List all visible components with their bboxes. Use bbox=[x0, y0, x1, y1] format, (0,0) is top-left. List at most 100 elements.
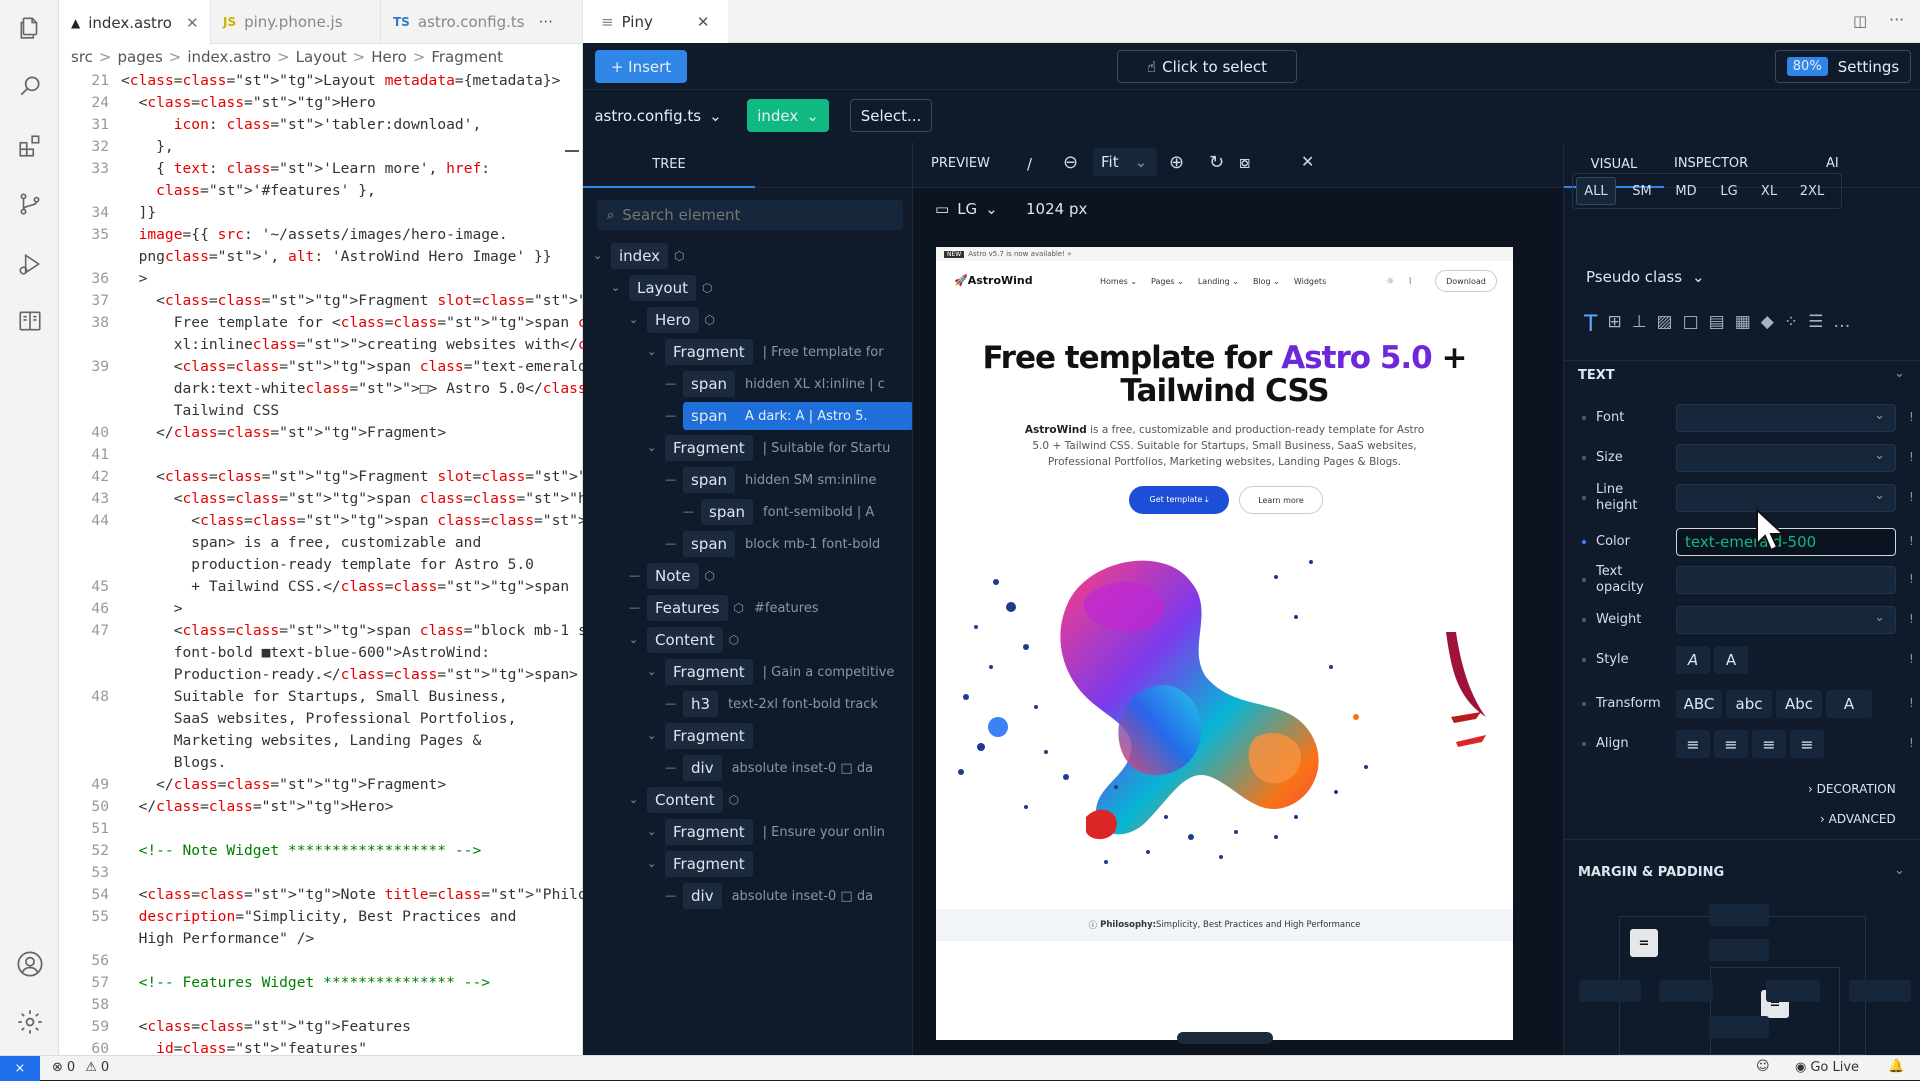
background-icon[interactable]: ▨ bbox=[1657, 312, 1673, 337]
close-icon[interactable]: ✕ bbox=[186, 14, 199, 32]
code-content[interactable]: 21 <class=class="st">"tg">Layout metadata… bbox=[59, 70, 824, 1057]
tree-dash-icon[interactable]: — bbox=[665, 409, 676, 422]
tab-preview[interactable]: PREVIEW bbox=[931, 156, 990, 171]
tab-tree[interactable]: TREE bbox=[583, 142, 755, 188]
important-toggle[interactable]: ! bbox=[1909, 696, 1914, 710]
code-line[interactable]: <class=class="st">"tg">Note title=class=… bbox=[121, 884, 649, 906]
tree-node[interactable]: span block mb-1 font-bold bbox=[683, 530, 880, 558]
chevron-down-icon[interactable]: — bbox=[629, 569, 640, 582]
breakpoint-all[interactable]: ALL bbox=[1576, 177, 1616, 205]
site-nav-item[interactable]: Widgets bbox=[1294, 277, 1326, 286]
align-left-icon[interactable]: ≡ bbox=[1676, 730, 1710, 758]
zoom-out-icon[interactable]: ⊖ bbox=[1063, 152, 1078, 173]
tree-node[interactable]: span hidden XL xl:inline | c bbox=[683, 370, 885, 398]
tree-node[interactable]: Note ⬡ bbox=[647, 562, 715, 590]
tree-node[interactable]: Features ⬡ #features bbox=[647, 594, 819, 622]
zoom-select[interactable]: Fit ⌄ bbox=[1093, 148, 1157, 176]
breadcrumb-item[interactable]: Hero bbox=[371, 48, 407, 66]
source-control-icon[interactable] bbox=[14, 188, 46, 220]
tree-node[interactable]: Content ⬡ bbox=[647, 786, 739, 814]
code-line[interactable]: <!-- Features Widget *************** --> bbox=[121, 972, 490, 994]
style-option[interactable]: A bbox=[1676, 646, 1710, 674]
chevron-down-icon[interactable]: ⌄ bbox=[629, 793, 638, 806]
code-line[interactable]: { text: class="st">'Learn more', href: bbox=[121, 158, 490, 180]
chevron-down-icon[interactable]: ⌄ bbox=[1894, 366, 1905, 381]
go-live-button[interactable]: ◉ Go Live bbox=[1795, 1060, 1859, 1075]
code-line[interactable]: class="st">'#features' }, bbox=[121, 180, 376, 202]
transform-option[interactable]: A bbox=[1826, 690, 1872, 718]
tree-node[interactable]: Layout ⬡ bbox=[629, 274, 712, 302]
spacing-icon[interactable]: ⊞ bbox=[1607, 312, 1621, 337]
important-toggle[interactable]: ! bbox=[1909, 572, 1914, 586]
site-nav-item[interactable]: Homes ⌄ bbox=[1100, 277, 1137, 286]
tree-dash-icon[interactable]: — bbox=[665, 697, 676, 710]
breadcrumb-item[interactable]: index.astro bbox=[187, 48, 271, 66]
account-icon[interactable] bbox=[14, 948, 46, 980]
padding-bottom-input[interactable] bbox=[1709, 1016, 1769, 1038]
code-line[interactable]: }, bbox=[121, 136, 174, 158]
tree-node[interactable]: index ⬡ bbox=[611, 242, 685, 270]
code-line[interactable]: icon: class="st">'tabler:download', bbox=[121, 114, 482, 136]
important-toggle[interactable]: ! bbox=[1909, 490, 1914, 504]
screenshot-icon[interactable]: ⧇ bbox=[1239, 152, 1250, 173]
site-nav-item[interactable]: Pages ⌄ bbox=[1151, 277, 1184, 286]
tree-dash-icon[interactable]: — bbox=[665, 889, 676, 902]
problems-indicator[interactable]: ⊗ 0 ⚠ 0 bbox=[52, 1060, 109, 1075]
select-button[interactable]: Select... bbox=[850, 99, 932, 132]
code-line[interactable]: <class=class="st">"tg">Features bbox=[121, 1016, 411, 1038]
remote-icon[interactable]: ⨯ bbox=[0, 1056, 40, 1081]
code-line[interactable]: <class=class="st">"tg">Fragment slot=cla… bbox=[121, 290, 648, 312]
chevron-down-icon[interactable]: ⌄ bbox=[593, 249, 602, 262]
book-icon[interactable] bbox=[14, 305, 46, 337]
insert-button[interactable]: + Insert bbox=[595, 50, 687, 83]
transform-option[interactable]: Abc bbox=[1776, 690, 1822, 718]
breadcrumb-item[interactable]: Fragment bbox=[431, 48, 503, 66]
more-icon[interactable]: ··· bbox=[1889, 10, 1904, 29]
code-line[interactable]: + Tailwind CSS.</class=class="st">"tg">s… bbox=[121, 576, 569, 598]
search-icon[interactable] bbox=[14, 70, 46, 102]
style-option[interactable]: A bbox=[1714, 646, 1748, 674]
breakpoint-xl[interactable]: XL bbox=[1752, 177, 1786, 205]
close-preview-icon[interactable]: ✕ bbox=[1301, 152, 1314, 171]
website-preview[interactable]: NEW Astro v5.7 is now available! » 🚀Astr… bbox=[936, 247, 1513, 1040]
learn-more-button[interactable]: Learn more bbox=[1239, 486, 1323, 514]
code-line[interactable]: <class=class="st">"tg">Layout metadata={… bbox=[121, 70, 560, 92]
page-select[interactable]: index ⌄ bbox=[747, 99, 829, 132]
download-button[interactable]: Download bbox=[1435, 270, 1497, 292]
breadcrumb-item[interactable]: src bbox=[71, 48, 93, 66]
important-toggle[interactable]: ! bbox=[1909, 652, 1914, 666]
tree-node[interactable]: span hidden SM sm:inline bbox=[683, 466, 877, 494]
chevron-down-icon[interactable]: — bbox=[629, 601, 640, 614]
tree-node[interactable]: Fragment | Free template for bbox=[665, 338, 884, 366]
chevron-down-icon[interactable]: ⌄ bbox=[647, 441, 656, 454]
margin-top-input[interactable] bbox=[1709, 904, 1769, 926]
code-line[interactable]: <class=class="st">"tg">span class="block… bbox=[121, 620, 657, 642]
size-select[interactable]: ⌄ bbox=[1676, 444, 1896, 472]
tree-node[interactable]: Fragment bbox=[665, 850, 753, 878]
flex-icon[interactable]: ⁘ bbox=[1784, 312, 1798, 337]
advanced-toggle[interactable]: › ADVANCED bbox=[1820, 812, 1896, 826]
more-tabs-icon[interactable]: ··· bbox=[539, 13, 553, 31]
position-icon[interactable]: ⊥ bbox=[1632, 312, 1647, 337]
padding-left-input[interactable] bbox=[1659, 980, 1713, 1002]
code-line[interactable]: > bbox=[121, 268, 148, 290]
chevron-down-icon[interactable]: ⌄ bbox=[611, 281, 620, 294]
tab-astro-config-ts[interactable]: TS astro.config.ts ··· bbox=[381, 0, 583, 44]
search-element-box[interactable]: ⌕ bbox=[597, 200, 903, 230]
code-line[interactable]: High Performance" /> bbox=[121, 928, 315, 950]
padding-top-input[interactable] bbox=[1709, 939, 1769, 961]
tree-node[interactable]: div absolute inset-0 □ da bbox=[683, 882, 873, 910]
pseudo-class-select[interactable]: Pseudo class ⌄ bbox=[1586, 268, 1705, 286]
tree-node[interactable]: span A dark: A | Astro 5. bbox=[683, 402, 912, 430]
code-line[interactable]: <class=class="st">"tg">span class="text-… bbox=[121, 356, 622, 378]
tree-node[interactable]: Fragment | Suitable for Startu bbox=[665, 434, 890, 462]
decoration-toggle[interactable]: › DECORATION bbox=[1808, 782, 1896, 796]
margin-right-input[interactable] bbox=[1849, 980, 1911, 1002]
text-icon[interactable]: T bbox=[1584, 312, 1597, 337]
explorer-icon[interactable] bbox=[14, 12, 46, 44]
breadcrumb-item[interactable]: Layout bbox=[296, 48, 347, 66]
important-toggle[interactable]: ! bbox=[1909, 410, 1914, 424]
align-center-icon[interactable]: ≡ bbox=[1714, 730, 1748, 758]
tab-index-astro[interactable]: ▲ index.astro ✕ bbox=[59, 0, 211, 45]
code-line[interactable]: Marketing websites, Landing Pages & bbox=[121, 730, 482, 752]
